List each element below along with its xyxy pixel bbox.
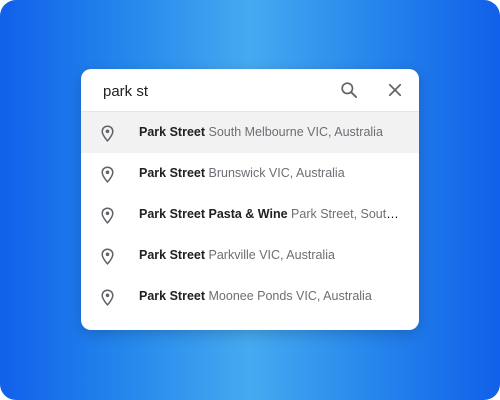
suggestion-text: Park Street Pasta & Wine Park Street, So…: [139, 206, 405, 222]
suggestion-item[interactable]: Park Street South Melbourne VIC, Austral…: [81, 112, 419, 153]
suggestion-item[interactable]: Park Street Moonee Ponds VIC, Australia: [81, 276, 419, 317]
suggestion-secondary: Moonee Ponds VIC, Australia: [208, 289, 372, 303]
suggestion-text: Park Street Parkville VIC, Australia: [139, 247, 405, 263]
map-pin-icon: [100, 288, 114, 306]
suggestion-list: Park Street South Melbourne VIC, Austral…: [81, 112, 419, 317]
suggestion-primary: Park Street: [139, 125, 206, 139]
search-autocomplete-card: Park Street South Melbourne VIC, Austral…: [81, 69, 419, 330]
suggestion-secondary: Brunswick VIC, Australia: [208, 166, 345, 180]
search-bar: [81, 69, 419, 112]
suggestion-primary: Park Street: [139, 248, 206, 262]
map-pin-icon: [100, 124, 114, 142]
suggestion-text: Park Street South Melbourne VIC, Austral…: [139, 124, 405, 140]
suggestion-text: Park Street Brunswick VIC, Australia: [139, 165, 405, 181]
map-pin-icon: [100, 247, 114, 265]
suggestion-secondary: Parkville VIC, Australia: [208, 248, 335, 262]
suggestion-primary: Park Street Pasta & Wine: [139, 207, 288, 221]
gradient-background: Park Street South Melbourne VIC, Austral…: [0, 0, 500, 400]
clear-button[interactable]: [383, 78, 407, 102]
suggestion-primary: Park Street: [139, 289, 206, 303]
suggestion-text: Park Street Moonee Ponds VIC, Australia: [139, 288, 405, 304]
search-icon: [341, 82, 357, 99]
search-button[interactable]: [337, 78, 361, 102]
suggestion-item[interactable]: Park Street Pasta & Wine Park Street, So…: [81, 194, 419, 235]
map-pin-icon: [100, 165, 114, 183]
suggestion-secondary: Park Street, South Melbourne VIC, Austra…: [291, 207, 405, 221]
close-icon: [388, 83, 402, 97]
suggestion-primary: Park Street: [139, 166, 206, 180]
suggestion-item[interactable]: Park Street Parkville VIC, Australia: [81, 235, 419, 276]
map-pin-icon: [100, 206, 114, 224]
search-input[interactable]: [103, 80, 333, 102]
suggestion-item[interactable]: Park Street Brunswick VIC, Australia: [81, 153, 419, 194]
suggestion-secondary: South Melbourne VIC, Australia: [208, 125, 383, 139]
